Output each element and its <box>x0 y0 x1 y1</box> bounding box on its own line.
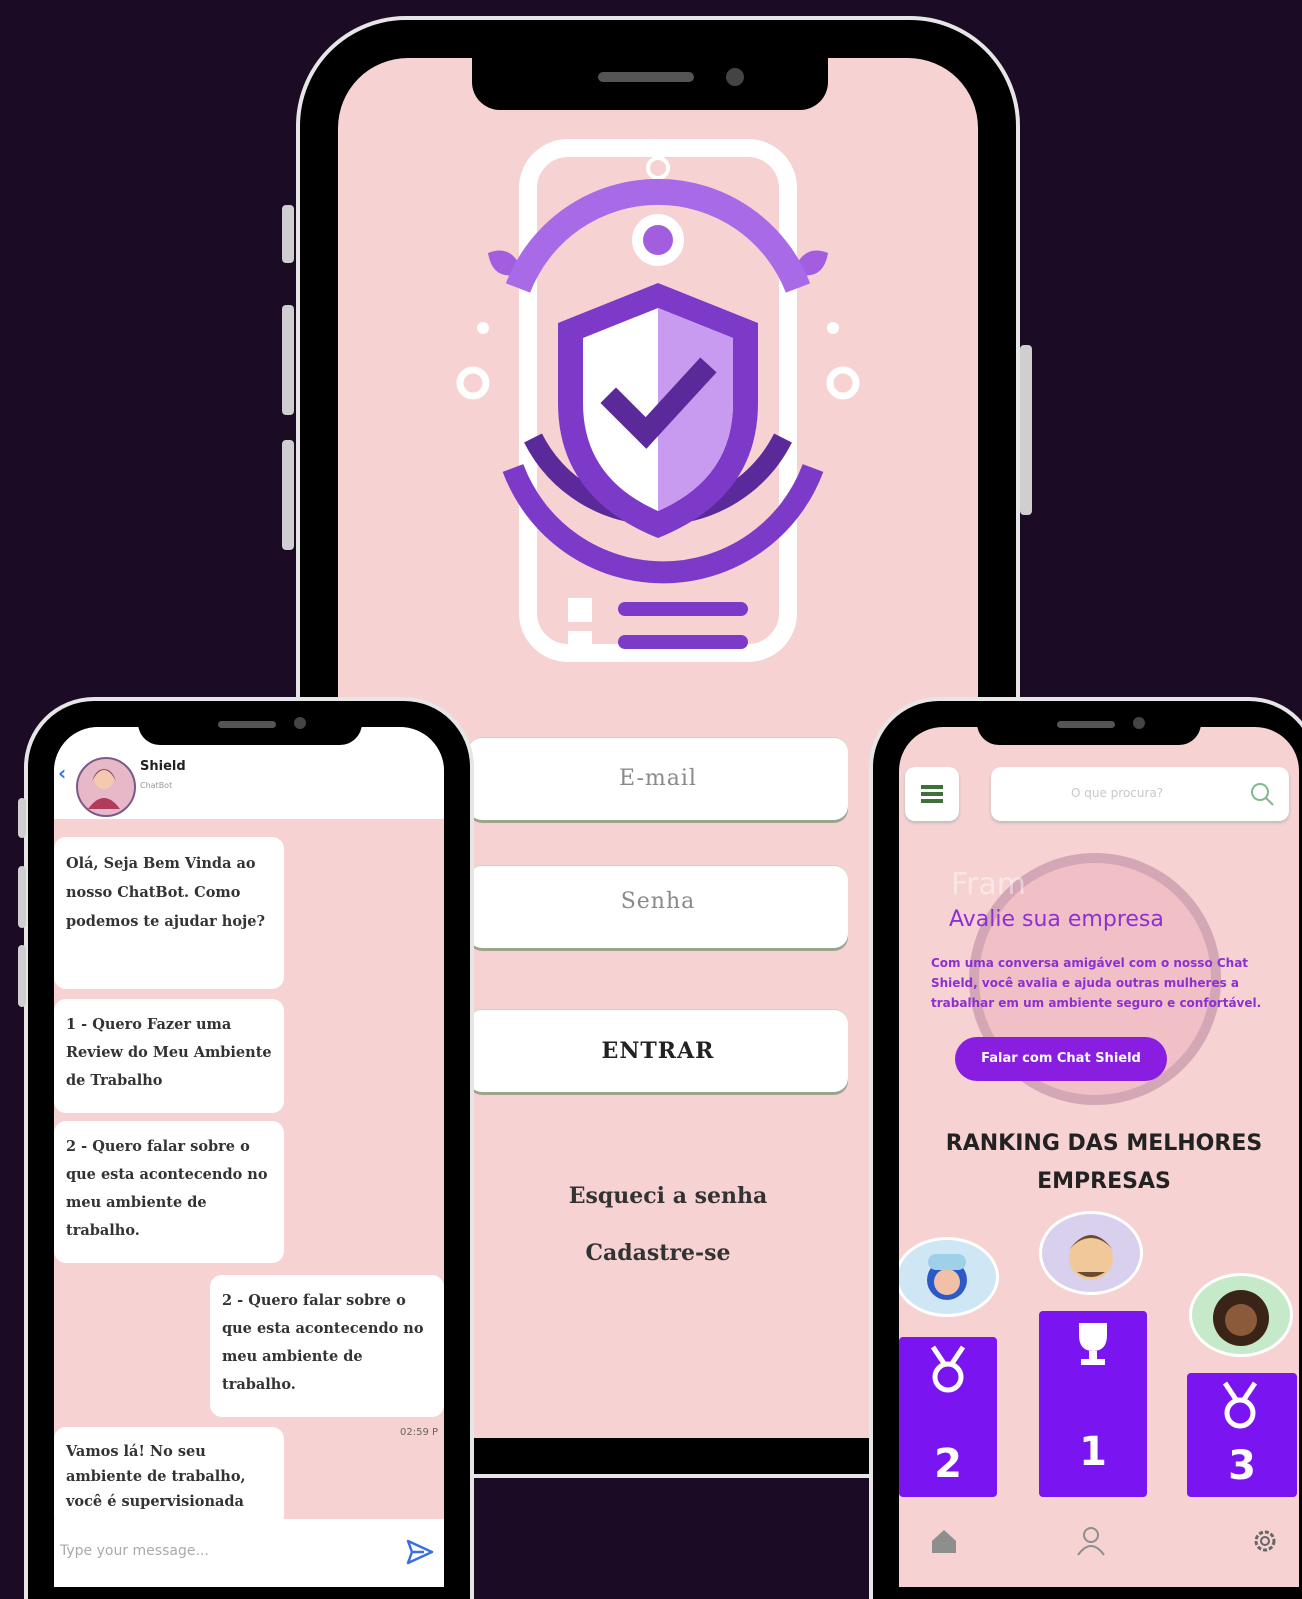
podium-rank-label: 3 <box>1228 1443 1256 1489</box>
signup-link[interactable]: Cadastre-se <box>458 1240 858 1266</box>
podium-1: 1 <box>1039 1311 1147 1497</box>
profile-icon[interactable] <box>1075 1525 1107 1557</box>
podium-rank-label: 2 <box>934 1441 962 1487</box>
chat-message: Vamos lá! No seu ambiente de trabalho, v… <box>54 1427 284 1527</box>
phone-notch <box>138 711 362 745</box>
home-phone: O que procura? Fram Avalie sua empresa C… <box>869 697 1302 1599</box>
search-input[interactable]: O que procura? <box>1071 786 1163 800</box>
shield-app-logo <box>456 139 860 662</box>
back-icon[interactable]: ‹ <box>58 761 66 785</box>
email-field[interactable]: E-mail <box>468 738 848 820</box>
enter-button[interactable]: ENTRAR <box>468 1010 848 1092</box>
avatar <box>76 757 136 817</box>
forgot-password-link[interactable]: Esqueci a senha <box>468 1183 868 1209</box>
chat-message: 2 - Quero falar sobre o que esta acontec… <box>210 1275 444 1417</box>
hero-title: Avalie sua empresa <box>949 907 1164 932</box>
chat-shield-button[interactable]: Falar com Chat Shield <box>955 1037 1167 1081</box>
contact-name: Shield <box>140 759 186 774</box>
hero-text: Com uma conversa amigável com o nosso Ch… <box>931 956 1262 1010</box>
send-icon[interactable] <box>406 1539 434 1565</box>
podium-3: 3 <box>1187 1373 1297 1497</box>
settings-icon[interactable] <box>1251 1527 1279 1555</box>
search-icon[interactable] <box>1249 781 1275 807</box>
phone-notch <box>977 711 1201 745</box>
password-field[interactable]: Senha <box>468 866 848 948</box>
avatar-rank-1 <box>1039 1211 1143 1295</box>
ranking-title: RANKING DAS MELHORES EMPRESAS <box>945 1131 1263 1194</box>
phone-notch <box>472 58 828 110</box>
message-input[interactable]: Type your message... <box>60 1543 209 1559</box>
hero-faded-title: Fram <box>951 867 1027 902</box>
chat-message: Olá, Seja Bem Vinda ao nosso ChatBot. Co… <box>54 837 284 989</box>
trophy-icon <box>1079 1323 1107 1365</box>
message-timestamp: 02:59 P <box>400 1427 439 1438</box>
chat-message: 1 - Quero Fazer uma Review do Meu Ambien… <box>54 999 284 1113</box>
podium-2: 2 <box>899 1337 997 1497</box>
podium-rank-label: 1 <box>1079 1429 1107 1475</box>
home-icon[interactable] <box>929 1527 959 1555</box>
avatar-rank-2 <box>899 1237 999 1317</box>
search-bar[interactable]: O que procura? <box>991 767 1289 821</box>
chat-screen: ‹ Shield ChatBot Olá, Seja Bem Vinda ao … <box>54 727 444 1587</box>
chat-message: 2 - Quero falar sobre o que esta acontec… <box>54 1121 284 1263</box>
menu-icon <box>921 785 943 803</box>
contact-status: ChatBot <box>140 781 173 790</box>
home-screen: O que procura? Fram Avalie sua empresa C… <box>899 727 1299 1587</box>
medal-icon <box>1222 1381 1258 1429</box>
avatar-rank-3 <box>1189 1273 1293 1357</box>
message-bar: Type your message... <box>54 1519 444 1587</box>
medal-icon <box>930 1345 966 1393</box>
chat-phone: ‹ Shield ChatBot Olá, Seja Bem Vinda ao … <box>24 697 474 1599</box>
menu-button[interactable] <box>905 767 959 821</box>
